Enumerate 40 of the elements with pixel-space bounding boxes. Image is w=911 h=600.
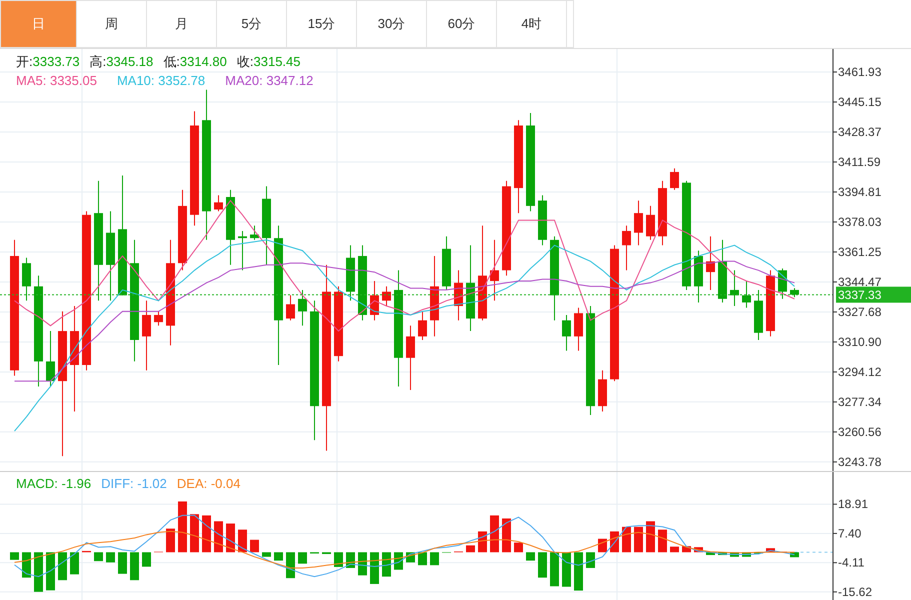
axis-label: 7.40 <box>838 526 862 540</box>
axis-label: 3461.93 <box>838 65 882 79</box>
axis-label: 3294.12 <box>838 364 882 379</box>
axis-label: 3378.03 <box>838 214 882 229</box>
legend-value: : 3335.05 <box>42 73 97 88</box>
legend-value: : -1.02 <box>130 476 167 491</box>
legend-label: 开: <box>16 54 33 68</box>
axis-label: 3394.81 <box>838 184 882 199</box>
legend-value: : 3347.12 <box>259 73 314 88</box>
axis-label: 3344.47 <box>838 274 882 289</box>
legend-label: MACD <box>16 476 54 491</box>
current-price-tag: 3337.33 <box>836 286 911 303</box>
axis-label: 3361.25 <box>838 244 882 259</box>
axis-label: 18.91 <box>838 497 868 512</box>
ref-line-label: 3337.33 <box>838 288 882 302</box>
axis-label: 3277.34 <box>838 394 882 409</box>
legend-value: 3315.45 <box>254 54 300 68</box>
axis-label: -15.62 <box>838 584 872 599</box>
legend-value: 3314.80 <box>180 54 227 68</box>
legend-value: 3333.73 <box>32 54 80 68</box>
axis-label: 3411.59 <box>838 154 880 169</box>
legend-label: 低: <box>163 54 180 68</box>
axis-label: 3327.68 <box>838 304 882 319</box>
legend-value: : 3352.78 <box>150 73 206 88</box>
legend-label: MA20 <box>225 73 260 88</box>
legend-value: 3345.18 <box>106 54 154 68</box>
legend-label: MA5 <box>16 73 43 88</box>
legend-value: : -0.04 <box>204 476 240 491</box>
legend-label: DIFF <box>101 476 130 491</box>
legend-label: MA10 <box>116 73 151 88</box>
axis-label: 3445.15 <box>838 95 882 109</box>
legend-label: 高: <box>90 54 106 68</box>
legend-value: : -1.96 <box>54 476 92 491</box>
axis-label: 3243.78 <box>838 454 882 469</box>
legend-label: 收: <box>236 54 254 68</box>
axis-label: 3428.37 <box>838 125 882 139</box>
legend-label: DEA <box>176 476 204 491</box>
axis-label: 3310.90 <box>838 334 882 349</box>
axis-label: -4.11 <box>838 556 864 570</box>
axis-label: 3260.56 <box>838 424 882 439</box>
